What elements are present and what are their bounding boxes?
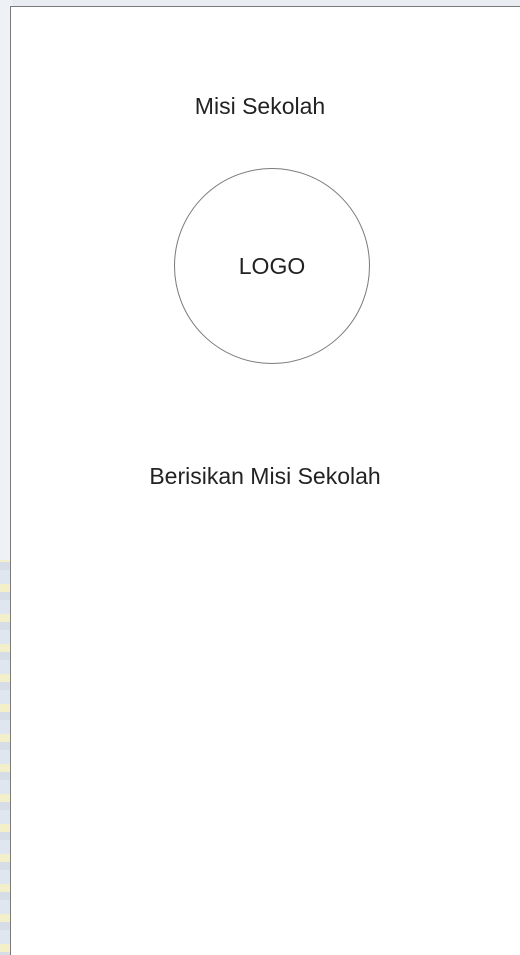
logo-placeholder: LOGO [174, 168, 370, 364]
mission-content-text: Berisikan Misi Sekolah [149, 463, 381, 489]
mission-screen-frame: Misi Sekolah LOGO Berisikan Misi Sekolah [10, 6, 520, 955]
page-title: Misi Sekolah [194, 93, 326, 119]
logo-label: LOGO [238, 252, 306, 279]
